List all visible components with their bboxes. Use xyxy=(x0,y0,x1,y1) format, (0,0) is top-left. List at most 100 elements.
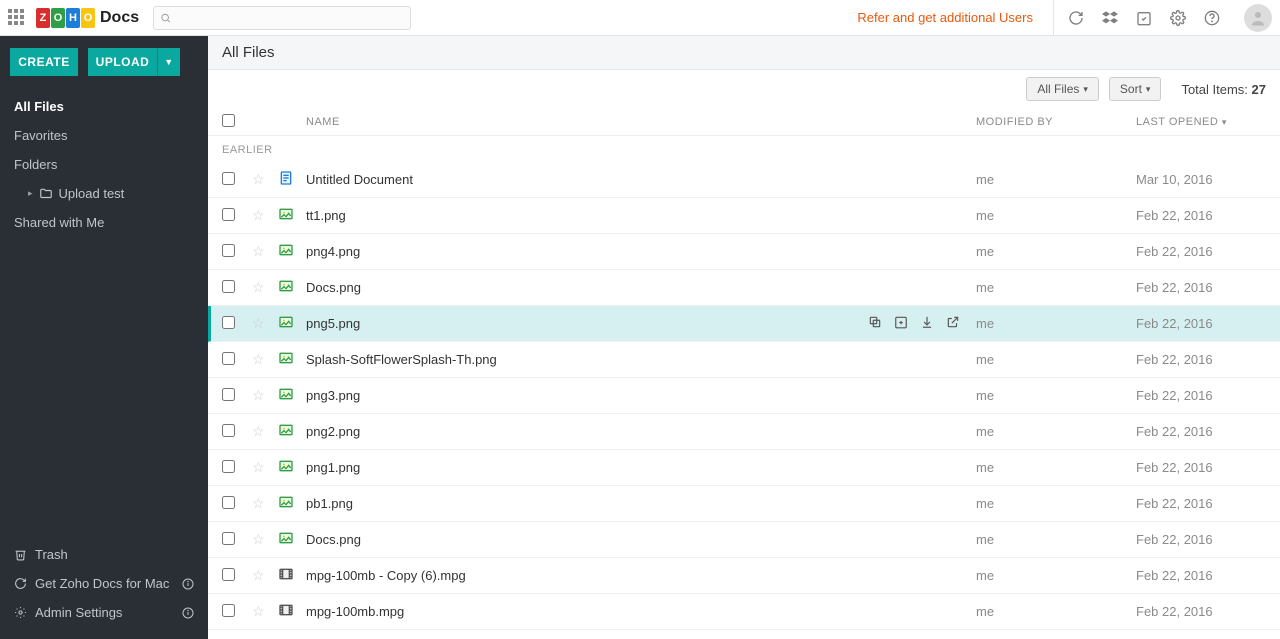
table-header: NAME MODIFIED BY LAST OPENED ▾ xyxy=(208,108,1280,136)
star-icon[interactable]: ☆ xyxy=(252,603,265,619)
modified-by: me xyxy=(976,424,994,439)
filter-dropdown-label: All Files xyxy=(1037,82,1079,96)
table-row[interactable]: ☆png3.pngmeFeb 22, 2016 xyxy=(208,378,1280,414)
table-row[interactable]: ☆Docs.pngmeFeb 22, 2016 xyxy=(208,270,1280,306)
refer-link[interactable]: Refer and get additional Users xyxy=(857,10,1033,25)
row-checkbox[interactable] xyxy=(222,532,235,545)
file-name: png5.png xyxy=(306,316,360,331)
sidebar: CREATE UPLOAD ▼ All Files Favorites Fold… xyxy=(0,36,208,639)
star-icon[interactable]: ☆ xyxy=(252,531,265,547)
avatar[interactable] xyxy=(1244,4,1272,32)
modified-by: me xyxy=(976,460,994,475)
controls-bar: All Files ▾ Sort ▾ Total Items: 27 xyxy=(208,70,1280,108)
star-icon[interactable]: ☆ xyxy=(252,315,265,331)
sidebar-item-folders[interactable]: Folders xyxy=(0,150,208,179)
chevron-right-icon: ▸ xyxy=(28,188,33,199)
star-icon[interactable]: ☆ xyxy=(252,567,265,583)
task-add-icon[interactable] xyxy=(894,315,908,332)
row-checkbox[interactable] xyxy=(222,388,235,401)
file-type-icon xyxy=(278,566,294,582)
folder-icon xyxy=(39,187,53,201)
select-all-checkbox[interactable] xyxy=(222,114,235,127)
file-type-icon xyxy=(278,422,294,438)
row-checkbox[interactable] xyxy=(222,208,235,221)
sidebar-admin[interactable]: Admin Settings xyxy=(0,598,208,627)
row-checkbox[interactable] xyxy=(222,244,235,257)
star-icon[interactable]: ☆ xyxy=(252,351,265,367)
modified-by: me xyxy=(976,316,994,331)
chevron-down-icon: ▾ xyxy=(1146,84,1151,95)
row-checkbox[interactable] xyxy=(222,172,235,185)
row-checkbox[interactable] xyxy=(222,424,235,437)
app-switcher-icon[interactable] xyxy=(8,9,26,27)
filter-dropdown[interactable]: All Files ▾ xyxy=(1026,77,1099,101)
file-type-icon xyxy=(278,170,294,186)
zoho-logo-icon: ZOHO xyxy=(36,8,96,28)
upload-button[interactable]: UPLOAD xyxy=(88,48,158,76)
file-type-icon xyxy=(278,494,294,510)
sidebar-trash-label: Trash xyxy=(35,547,68,562)
star-icon[interactable]: ☆ xyxy=(252,171,265,187)
table-row[interactable]: ☆mpg-100mb - Copy (6).mpgmeFeb 22, 2016 xyxy=(208,558,1280,594)
star-icon[interactable]: ☆ xyxy=(252,495,265,511)
sidebar-item-all-files[interactable]: All Files xyxy=(0,92,208,121)
sort-dropdown[interactable]: Sort ▾ xyxy=(1109,77,1162,101)
sync-icon[interactable] xyxy=(1068,10,1084,26)
table-row[interactable]: ☆png4.pngmeFeb 22, 2016 xyxy=(208,234,1280,270)
breadcrumb: All Files xyxy=(222,44,275,61)
search-input[interactable] xyxy=(175,11,404,25)
modified-by: me xyxy=(976,388,994,403)
row-checkbox[interactable] xyxy=(222,352,235,365)
copy-icon[interactable] xyxy=(868,315,882,332)
create-button[interactable]: CREATE xyxy=(10,48,78,76)
table-row[interactable]: ☆tt1.pngmeFeb 22, 2016 xyxy=(208,198,1280,234)
tasks-icon[interactable] xyxy=(1136,10,1152,26)
search-input-wrap[interactable] xyxy=(153,6,411,30)
sidebar-item-favorites[interactable]: Favorites xyxy=(0,121,208,150)
logo-docs-word: Docs xyxy=(100,9,139,27)
file-name: png4.png xyxy=(306,244,360,259)
star-icon[interactable]: ☆ xyxy=(252,459,265,475)
row-checkbox[interactable] xyxy=(222,568,235,581)
sidebar-item-shared[interactable]: Shared with Me xyxy=(0,208,208,237)
table-row[interactable]: ☆png5.pngmeFeb 22, 2016 xyxy=(208,306,1280,342)
row-checkbox[interactable] xyxy=(222,604,235,617)
sidebar-folder-upload-test[interactable]: ▸ Upload test xyxy=(0,179,208,208)
table-row[interactable]: ☆Splash-SoftFlowerSplash-Th.pngmeFeb 22,… xyxy=(208,342,1280,378)
star-icon[interactable]: ☆ xyxy=(252,243,265,259)
last-opened: Feb 22, 2016 xyxy=(1136,604,1213,619)
star-icon[interactable]: ☆ xyxy=(252,279,265,295)
dropbox-icon[interactable] xyxy=(1102,10,1118,26)
refresh-icon xyxy=(14,577,27,590)
sidebar-admin-label: Admin Settings xyxy=(35,605,122,620)
table-row[interactable]: ☆Docs.pngmeFeb 22, 2016 xyxy=(208,522,1280,558)
file-name: png2.png xyxy=(306,424,360,439)
row-checkbox[interactable] xyxy=(222,460,235,473)
star-icon[interactable]: ☆ xyxy=(252,387,265,403)
table-row[interactable]: ☆png1.pngmeFeb 22, 2016 xyxy=(208,450,1280,486)
column-modified[interactable]: MODIFIED BY xyxy=(976,116,1136,128)
sidebar-get-mac[interactable]: Get Zoho Docs for Mac xyxy=(0,569,208,598)
table-row[interactable]: ☆Untitled DocumentmeMar 10, 2016 xyxy=(208,162,1280,198)
file-type-icon xyxy=(278,314,294,330)
download-icon[interactable] xyxy=(920,315,934,332)
column-last-opened[interactable]: LAST OPENED ▾ xyxy=(1136,116,1266,128)
upload-dropdown-button[interactable]: ▼ xyxy=(158,48,180,76)
star-icon[interactable]: ☆ xyxy=(252,423,265,439)
open-external-icon[interactable] xyxy=(946,315,960,332)
table-row[interactable]: ☆mpg-100mb.mpgmeFeb 22, 2016 xyxy=(208,594,1280,630)
star-icon[interactable]: ☆ xyxy=(252,207,265,223)
row-checkbox[interactable] xyxy=(222,280,235,293)
table-row[interactable]: ☆pb1.pngmeFeb 22, 2016 xyxy=(208,486,1280,522)
row-checkbox[interactable] xyxy=(222,316,235,329)
gear-icon xyxy=(14,606,27,619)
column-name[interactable]: NAME xyxy=(306,116,976,128)
trash-icon xyxy=(14,548,27,561)
help-icon[interactable] xyxy=(1204,10,1220,26)
chevron-down-icon: ▼ xyxy=(164,57,173,67)
table-row[interactable]: ☆png2.pngmeFeb 22, 2016 xyxy=(208,414,1280,450)
sidebar-trash[interactable]: Trash xyxy=(0,540,208,569)
zoho-docs-logo[interactable]: ZOHO Docs xyxy=(36,8,139,28)
row-checkbox[interactable] xyxy=(222,496,235,509)
settings-icon[interactable] xyxy=(1170,10,1186,26)
